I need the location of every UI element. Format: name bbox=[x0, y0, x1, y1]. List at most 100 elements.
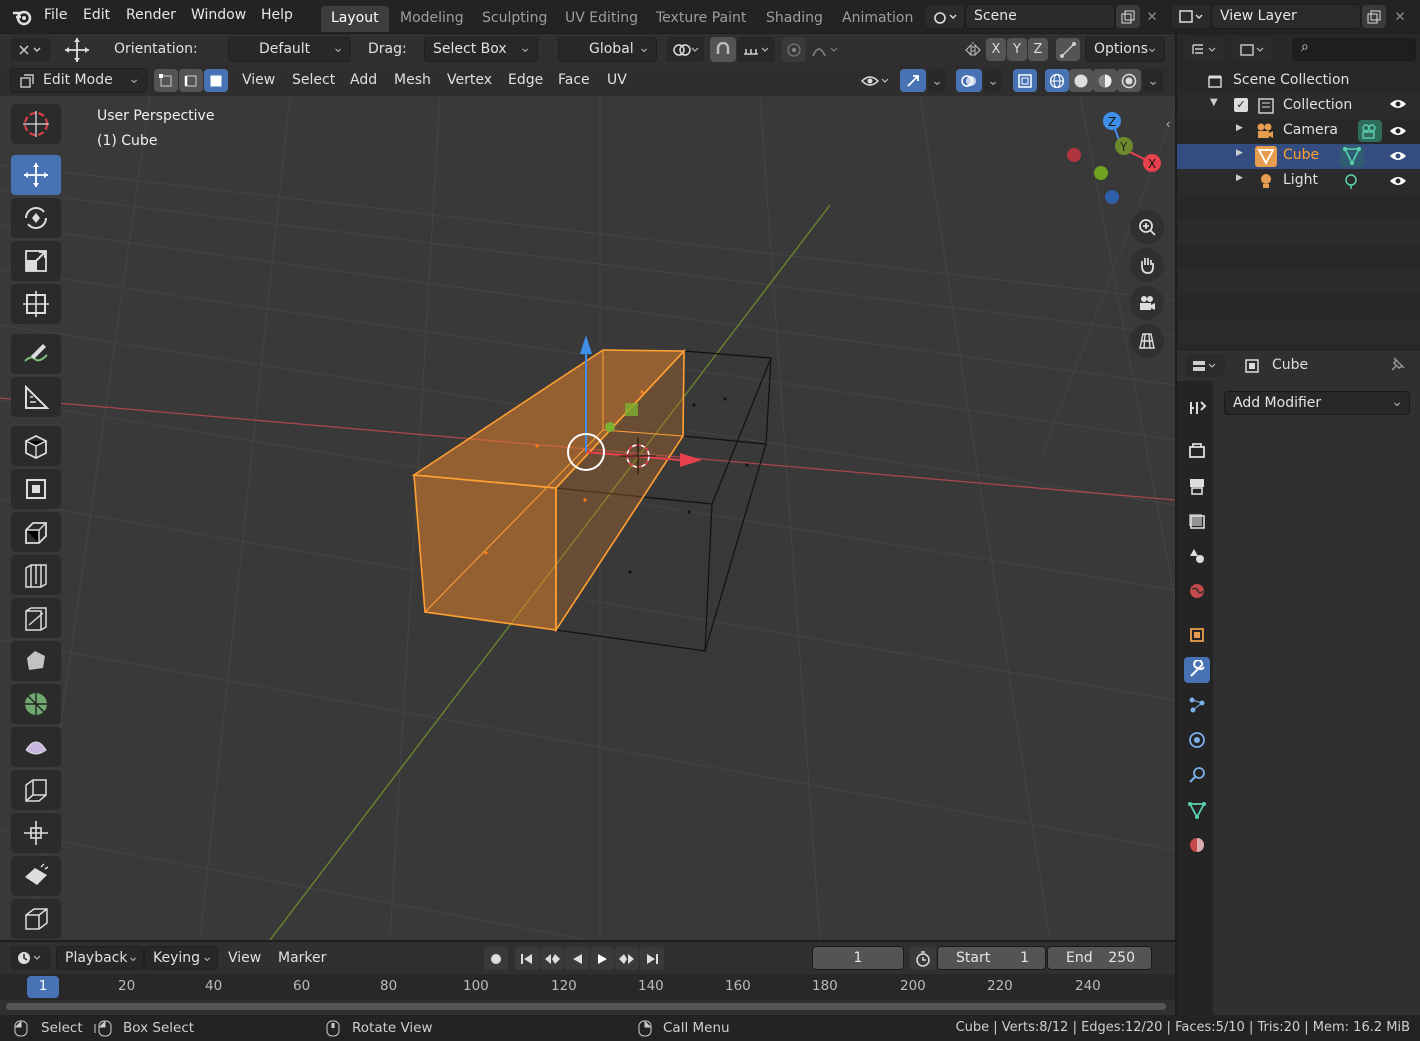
particle-properties-tab[interactable] bbox=[1184, 692, 1210, 718]
menu-uv[interactable]: UV bbox=[607, 72, 627, 88]
bevel-tool[interactable] bbox=[11, 555, 61, 595]
mirror-x-toggle[interactable]: X bbox=[986, 38, 1006, 61]
output-properties-tab[interactable] bbox=[1184, 473, 1210, 499]
expand-arrow-icon[interactable]: ▼ bbox=[1210, 97, 1218, 108]
play-reverse-icon[interactable] bbox=[565, 947, 589, 970]
menu-window[interactable]: Window bbox=[191, 7, 246, 23]
menu-add[interactable]: Add bbox=[350, 72, 377, 88]
scene-properties-tab[interactable] bbox=[1184, 543, 1210, 569]
proportional-edit-icon[interactable] bbox=[782, 37, 806, 62]
knife-tool[interactable] bbox=[11, 641, 61, 681]
menu-face[interactable]: Face bbox=[558, 72, 590, 88]
pan-hand-icon[interactable] bbox=[1130, 248, 1164, 282]
vertex-select-mode-icon[interactable] bbox=[154, 69, 178, 92]
modifier-properties-tab[interactable] bbox=[1184, 657, 1210, 683]
expand-arrow-icon[interactable]: ▶ bbox=[1236, 173, 1243, 183]
inset-faces-tool[interactable] bbox=[11, 512, 61, 552]
overlays-dropdown-icon[interactable]: ⌄ bbox=[984, 69, 1002, 92]
rip-region-tool[interactable] bbox=[11, 899, 61, 939]
timeline-scrollbar[interactable] bbox=[6, 1003, 1166, 1010]
display-mode-icon[interactable] bbox=[1233, 38, 1273, 61]
scene-name-field[interactable]: Scene bbox=[965, 4, 1115, 29]
material-shading-icon[interactable] bbox=[1093, 69, 1117, 92]
move-tool[interactable] bbox=[11, 155, 61, 195]
outliner-item-light[interactable]: ▶ Light bbox=[1177, 169, 1420, 194]
record-icon[interactable] bbox=[484, 947, 508, 970]
overlays-toggle-icon[interactable] bbox=[956, 69, 982, 92]
delete-scene-icon[interactable]: ✕ bbox=[1142, 5, 1162, 28]
camera-data-icon[interactable] bbox=[1358, 120, 1382, 142]
properties-editor-type-icon[interactable] bbox=[1185, 354, 1225, 377]
expand-arrow-icon[interactable]: ▶ bbox=[1236, 148, 1243, 158]
auto-merge-icon[interactable] bbox=[1056, 38, 1080, 61]
edge-slide-tool[interactable] bbox=[11, 813, 61, 853]
outliner-item-cube[interactable]: ▶ Cube bbox=[1177, 144, 1420, 169]
pivot-point-icon[interactable] bbox=[666, 37, 704, 62]
preview-range-icon[interactable] bbox=[910, 947, 936, 970]
rendered-shading-icon[interactable] bbox=[1117, 69, 1141, 92]
wireframe-shading-icon[interactable] bbox=[1045, 69, 1069, 92]
snap-toggle-icon[interactable] bbox=[710, 37, 736, 62]
tab-sculpting[interactable]: Sculpting bbox=[472, 6, 557, 32]
outliner-editor-type-icon[interactable] bbox=[1185, 38, 1225, 61]
frame-ruler[interactable]: 1 20 40 60 80 100 120 140 160 180 200 22… bbox=[0, 974, 1175, 1000]
face-select-mode-icon[interactable] bbox=[204, 69, 228, 92]
3d-viewport[interactable]: Z Y X User Perspective (1) Cube ‹ bbox=[0, 96, 1175, 940]
menu-file[interactable]: File bbox=[44, 7, 67, 23]
add-modifier-dropdown[interactable]: Add Modifier ⌄ bbox=[1224, 391, 1410, 415]
view-layer-field[interactable]: View Layer bbox=[1211, 4, 1361, 29]
snap-target-icon[interactable] bbox=[737, 37, 775, 62]
playhead[interactable]: 1 bbox=[27, 976, 59, 998]
new-scene-icon[interactable] bbox=[1116, 5, 1140, 28]
end-frame-field[interactable]: End 250 bbox=[1047, 946, 1152, 970]
jump-start-icon[interactable] bbox=[515, 947, 539, 970]
next-keyframe-icon[interactable] bbox=[615, 947, 639, 970]
physics-properties-tab[interactable] bbox=[1184, 727, 1210, 753]
menu-vertex[interactable]: Vertex bbox=[447, 72, 492, 88]
light-data-icon[interactable] bbox=[1342, 172, 1360, 190]
menu-edit[interactable]: Edit bbox=[83, 7, 110, 23]
menu-mesh[interactable]: Mesh bbox=[394, 72, 431, 88]
mirror-icon[interactable] bbox=[962, 38, 984, 61]
cursor-tool[interactable] bbox=[11, 104, 61, 144]
drag-dropdown[interactable]: Select Box ⌄ bbox=[424, 37, 538, 62]
zoom-icon[interactable] bbox=[1130, 210, 1164, 244]
tab-animation[interactable]: Animation bbox=[832, 6, 923, 32]
keying-dropdown[interactable]: Keying ⌄ bbox=[144, 946, 218, 970]
measure-tool[interactable] bbox=[11, 377, 61, 417]
view-layer-icon[interactable] bbox=[1172, 5, 1210, 28]
timeline-editor-type-icon[interactable] bbox=[10, 946, 50, 970]
extrude-tool[interactable] bbox=[11, 469, 61, 509]
shear-tool[interactable] bbox=[11, 856, 61, 896]
rotate-tool[interactable] bbox=[11, 198, 61, 238]
transform-tool[interactable] bbox=[11, 284, 61, 324]
smooth-tool[interactable] bbox=[11, 770, 61, 810]
mesh-data-icon[interactable] bbox=[1340, 145, 1364, 167]
proportional-falloff-icon[interactable] bbox=[808, 37, 844, 62]
start-frame-field[interactable]: Start 1 bbox=[937, 946, 1046, 970]
gizmo-toggle-icon[interactable] bbox=[900, 69, 926, 92]
tool-properties-tab[interactable] bbox=[1184, 395, 1210, 421]
menu-help[interactable]: Help bbox=[261, 7, 293, 23]
annotate-tool[interactable] bbox=[11, 334, 61, 374]
pin-icon[interactable] bbox=[1388, 356, 1406, 378]
eye-icon[interactable] bbox=[1389, 174, 1407, 192]
expand-arrow-icon[interactable]: ▶ bbox=[1236, 123, 1243, 133]
tab-shading[interactable]: Shading bbox=[756, 6, 833, 32]
mirror-z-toggle[interactable]: Z bbox=[1028, 38, 1048, 61]
data-properties-tab[interactable] bbox=[1184, 797, 1210, 823]
orientation-dropdown[interactable]: Default ⌄ bbox=[228, 37, 351, 62]
spin-tool[interactable] bbox=[11, 727, 61, 767]
play-icon[interactable] bbox=[590, 947, 614, 970]
outliner-search-input[interactable]: ⌕ bbox=[1292, 38, 1416, 61]
gizmo-dropdown-icon[interactable]: ⌄ bbox=[928, 69, 946, 92]
blender-logo-icon[interactable] bbox=[10, 6, 34, 28]
xray-toggle-icon[interactable] bbox=[1013, 69, 1037, 92]
transform-orientation-dropdown[interactable]: Global ⌄ bbox=[558, 37, 657, 62]
mirror-y-toggle[interactable]: Y bbox=[1007, 38, 1027, 61]
poly-build-tool[interactable] bbox=[11, 684, 61, 724]
render-properties-tab[interactable] bbox=[1184, 438, 1210, 464]
jump-end-icon[interactable] bbox=[640, 947, 664, 970]
material-properties-tab[interactable] bbox=[1184, 832, 1210, 858]
world-properties-tab[interactable] bbox=[1184, 578, 1210, 604]
